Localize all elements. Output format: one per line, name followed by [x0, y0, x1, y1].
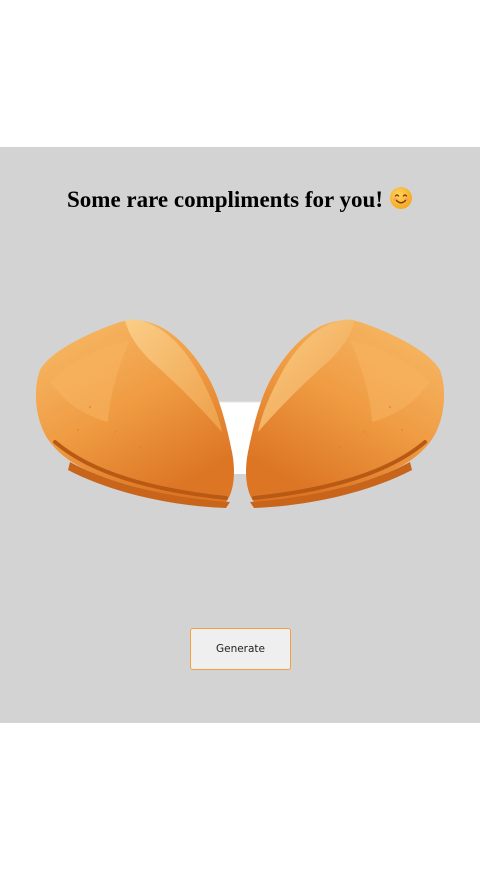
generate-button[interactable]: Generate — [190, 628, 291, 670]
fortune-cookie-image — [30, 312, 450, 512]
page-title-text: Some rare compliments for you! — [67, 187, 383, 212]
page-title: Some rare compliments for you! — [0, 186, 480, 216]
smiling-face-emoji-icon — [389, 186, 413, 216]
fortune-cookie-icon — [35, 319, 445, 508]
